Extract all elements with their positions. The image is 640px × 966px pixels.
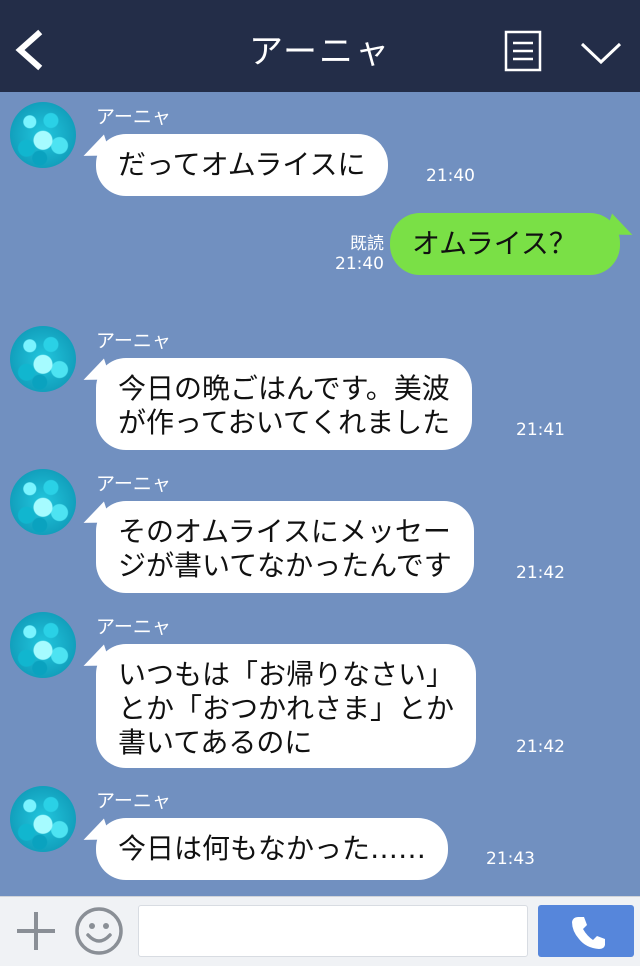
message-bubble-outgoing[interactable]: オムライス？ bbox=[390, 213, 620, 275]
message-bubble[interactable]: 今日の晩ごはんです。美波 が作っておいてくれました bbox=[96, 358, 473, 450]
message-bubble[interactable]: だってオムライスに bbox=[96, 134, 388, 196]
sender-name: アーニャ bbox=[96, 790, 171, 812]
emoji-icon bbox=[75, 907, 123, 955]
avatar[interactable] bbox=[10, 102, 76, 168]
sender-name: アーニャ bbox=[96, 330, 171, 352]
avatar[interactable] bbox=[10, 612, 76, 678]
collapse-button[interactable] bbox=[578, 38, 624, 68]
chevron-left-icon bbox=[15, 29, 43, 71]
message-time: 21:42 bbox=[516, 737, 565, 757]
message-bubble[interactable]: 今日は何もなかった…… bbox=[96, 818, 449, 880]
message-bubble[interactable]: いつもは「お帰りなさい」 とか「おつかれさま」とか 書いてあるのに bbox=[96, 644, 477, 768]
menu-button[interactable] bbox=[502, 28, 544, 74]
message-time: 21:40 bbox=[335, 254, 384, 274]
chat-title: アーニャ bbox=[249, 32, 391, 72]
avatar[interactable] bbox=[10, 326, 76, 392]
sender-name: アーニャ bbox=[96, 106, 171, 128]
read-receipt: 既読 21:40 bbox=[330, 234, 384, 274]
chat-area[interactable]: アーニャ だってオムライスに 21:40 既読 21:40 オムライス？ アーニ… bbox=[0, 92, 640, 896]
read-label: 既読 bbox=[350, 234, 384, 254]
avatar[interactable] bbox=[10, 786, 76, 852]
message-composer bbox=[0, 896, 640, 966]
chat-header: アーニャ bbox=[0, 0, 640, 92]
message-time: 21:40 bbox=[426, 166, 475, 186]
chevron-down-icon bbox=[580, 42, 622, 65]
menu-list-icon bbox=[504, 30, 542, 72]
message-time: 21:41 bbox=[516, 420, 565, 440]
back-button[interactable] bbox=[10, 26, 50, 74]
message-input[interactable] bbox=[138, 905, 528, 957]
message-time: 21:42 bbox=[516, 563, 565, 583]
emoji-button[interactable] bbox=[74, 906, 124, 956]
add-attachment-button[interactable] bbox=[14, 909, 58, 953]
message-bubble[interactable]: そのオムライスにメッセー ジが書いてなかったんです bbox=[96, 501, 474, 593]
phone-icon bbox=[572, 917, 605, 949]
avatar[interactable] bbox=[10, 469, 76, 535]
call-button[interactable] bbox=[538, 905, 634, 957]
sender-name: アーニャ bbox=[96, 473, 171, 495]
sender-name: アーニャ bbox=[96, 616, 171, 638]
message-time: 21:43 bbox=[486, 849, 535, 869]
plus-icon bbox=[17, 912, 55, 950]
